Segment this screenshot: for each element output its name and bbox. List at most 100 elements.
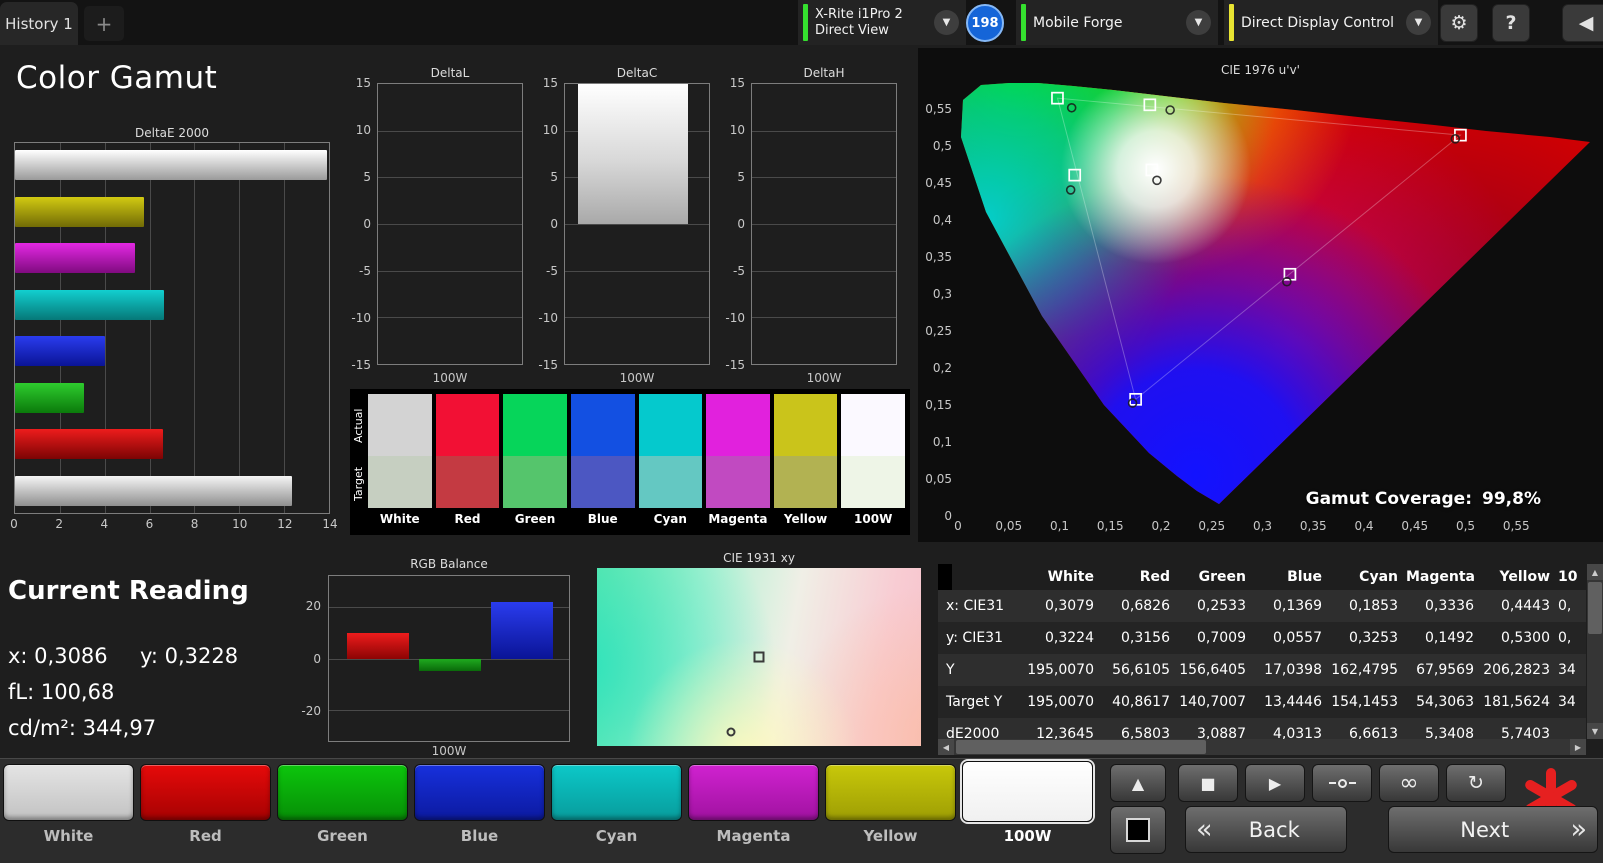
table-vertical-scrollbar[interactable]: ▲ ▼	[1587, 564, 1603, 739]
bar-red	[15, 429, 163, 460]
calman-window: History 1 + X-Rite i1Pro 2 Direct View ▼…	[0, 0, 1603, 863]
gamut-coverage-value: 99,8%	[1482, 489, 1541, 509]
continuous-measure-button[interactable]: ∞	[1379, 764, 1439, 802]
bar-blue	[491, 601, 553, 659]
cell: 0,3224	[1045, 630, 1094, 646]
gridline	[565, 224, 709, 225]
axis-tick-label: 0,05	[995, 519, 1023, 533]
back-button[interactable]: « Back	[1185, 806, 1347, 853]
meter-chevron-down-icon[interactable]: ▼	[934, 10, 959, 35]
axis-tick-label: 0,3	[932, 287, 952, 301]
tab-history-1[interactable]: History 1	[0, 2, 78, 45]
bar-100w	[15, 150, 327, 180]
cie1931-chart-title: CIE 1931 xy	[723, 551, 795, 565]
swatch-label: Magenta	[708, 512, 768, 526]
source-chevron-down-icon[interactable]: ▼	[1186, 10, 1211, 35]
back-label: Back	[1248, 817, 1300, 842]
table-horizontal-scrollbar[interactable]: ◀ ▶	[938, 739, 1586, 755]
target-marker	[753, 651, 765, 663]
collapse-panel-button[interactable]: ◀	[1562, 4, 1603, 42]
source-selector[interactable]: Mobile Forge ▼	[1016, 0, 1218, 45]
pattern-button-100w[interactable]: 100W	[962, 761, 1093, 845]
axis-tick-label: 0,05	[925, 472, 952, 486]
stop-icon: ■	[1200, 773, 1216, 793]
stop-button[interactable]: ■	[1178, 764, 1238, 802]
pattern-window-up-button[interactable]: ▲	[1110, 764, 1166, 802]
vertical-scroll-thumb[interactable]	[1588, 582, 1602, 634]
pattern-button-white[interactable]: White	[3, 764, 134, 845]
swatch-column-blue: Blue	[570, 394, 635, 530]
gridline	[752, 130, 896, 132]
current-reading-y: y: 0,3228	[140, 644, 239, 668]
meter-selector[interactable]: X-Rite i1Pro 2 Direct View ▼	[798, 0, 966, 45]
scroll-right-arrow-icon[interactable]: ▶	[1570, 739, 1586, 755]
collapse-icon: ◀	[1578, 12, 1594, 34]
pattern-button-magenta[interactable]: Magenta	[688, 764, 819, 845]
cell: 6,6613	[1349, 726, 1398, 739]
axis-tick-label: 15	[542, 76, 558, 90]
axis-tick-label: 0,2	[932, 361, 952, 375]
gridline	[378, 177, 522, 179]
cell: 17,0398	[1264, 662, 1322, 678]
pattern-button-red[interactable]: Red	[140, 764, 271, 845]
rgb-balance-yaxis: 20 0 -20	[294, 575, 324, 742]
pattern-button-yellow[interactable]: Yellow	[825, 764, 956, 845]
cie-chromaticity-diagram	[961, 83, 1590, 504]
reading-count-badge: 198	[966, 4, 1004, 42]
deltae2000-plot	[14, 142, 330, 514]
bar-green	[419, 658, 481, 672]
deltal-plot	[377, 83, 523, 365]
source-name: Mobile Forge	[1033, 14, 1123, 31]
row-label: dE2000	[946, 726, 1000, 739]
settings-button[interactable]: ⚙	[1440, 4, 1478, 42]
scroll-left-arrow-icon[interactable]: ◀	[938, 739, 954, 755]
axis-tick-label: 0	[550, 217, 558, 231]
cell: 6,5803	[1121, 726, 1170, 739]
axis-tick-label: 4	[100, 517, 109, 531]
pattern-swatch	[688, 764, 819, 821]
pattern-button-green[interactable]: Green	[277, 764, 408, 845]
axis-tick-label: -20	[301, 703, 321, 718]
scroll-up-arrow-icon[interactable]: ▲	[1587, 564, 1603, 580]
axis-tick-label: 0	[313, 651, 321, 666]
next-button[interactable]: Next »	[1388, 806, 1598, 853]
column-header: 10	[1558, 569, 1578, 585]
swatch-target-label: Target	[352, 466, 365, 502]
pattern-button-cyan[interactable]: Cyan	[551, 764, 682, 845]
play-button[interactable]: ▶	[1245, 764, 1305, 802]
help-button[interactable]: ?	[1492, 4, 1530, 42]
scroll-down-arrow-icon[interactable]: ▼	[1587, 723, 1603, 739]
pattern-button-blue[interactable]: Blue	[414, 764, 545, 845]
target-swatch	[638, 456, 703, 508]
add-tab-button[interactable]: +	[84, 6, 124, 41]
pattern-window-icon	[1126, 818, 1150, 842]
cell: 0,2533	[1197, 598, 1246, 614]
deltah-xlabel: 100W	[806, 371, 842, 385]
column-header: White	[1047, 569, 1094, 585]
target-swatch	[503, 456, 567, 508]
cell: 54,3063	[1416, 694, 1474, 710]
row-label: y: CIE31	[946, 630, 1003, 646]
display-control-selector[interactable]: Direct Display Control ▼	[1224, 0, 1438, 45]
cell: 0,3253	[1349, 630, 1398, 646]
axis-tick-label: -10	[351, 311, 371, 325]
reading-table-header: White Red Green Blue Cyan Magenta Yellow 10	[952, 564, 1586, 590]
target-swatch	[570, 456, 635, 508]
cell: 0,1369	[1273, 598, 1322, 614]
swatch-label: Yellow	[783, 512, 828, 526]
axis-tick-label: -15	[538, 358, 558, 372]
deltah-yaxis: 15 10 5 0 -5 -10 -15	[721, 76, 748, 372]
column-header: Cyan	[1359, 569, 1398, 585]
single-measure-button[interactable]	[1312, 764, 1372, 802]
axis-tick-label: 0	[10, 517, 18, 531]
axis-tick-label: 0,4	[932, 213, 952, 227]
axis-tick-label: -15	[351, 358, 371, 372]
column-header: Blue	[1287, 569, 1322, 585]
gridline	[378, 224, 522, 225]
display-chevron-down-icon[interactable]: ▼	[1406, 10, 1431, 35]
horizontal-scroll-thumb[interactable]	[956, 740, 1206, 754]
pattern-window-toggle-button[interactable]	[1110, 806, 1166, 854]
loop-button[interactable]: ↻	[1446, 764, 1506, 802]
cie1976-plot	[958, 55, 1603, 517]
up-arrow-icon: ▲	[1131, 773, 1145, 793]
